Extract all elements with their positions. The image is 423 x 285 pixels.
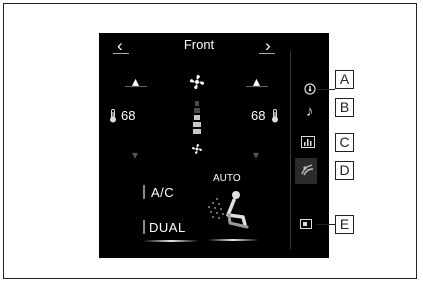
left-temp-down-icon[interactable]: ▾ bbox=[132, 149, 138, 161]
menu-divider bbox=[290, 51, 291, 249]
auto-glow bbox=[207, 239, 259, 241]
prev-underline bbox=[113, 53, 129, 54]
callout-e: E bbox=[335, 215, 354, 234]
fan-small-icon[interactable] bbox=[190, 142, 204, 156]
dual-button[interactable]: DUAL bbox=[143, 216, 199, 244]
auto-label: AUTO bbox=[213, 173, 241, 184]
callout-e-leader bbox=[316, 224, 335, 225]
fan-level-segment bbox=[195, 101, 199, 106]
dual-label: DUAL bbox=[149, 220, 186, 235]
left-temperature[interactable]: 68 bbox=[121, 108, 135, 123]
chevron-right-icon[interactable]: › bbox=[265, 37, 271, 54]
fan-level-segment bbox=[193, 122, 201, 127]
callout-a: A bbox=[335, 70, 354, 89]
chevron-left-icon[interactable]: ‹ bbox=[117, 37, 123, 54]
climate-icon[interactable] bbox=[299, 162, 315, 178]
display-icon[interactable] bbox=[300, 219, 312, 229]
callout-a-leader bbox=[317, 89, 335, 90]
ac-label: A/C bbox=[151, 185, 175, 200]
next-underline bbox=[259, 53, 275, 54]
zone-title: Front bbox=[183, 37, 215, 52]
left-temp-up-underline bbox=[125, 86, 147, 87]
callout-d: D bbox=[335, 161, 354, 180]
auto-seat-icon bbox=[208, 191, 249, 229]
fan-icon[interactable] bbox=[187, 72, 207, 92]
callout-b: B bbox=[335, 98, 354, 117]
ac-button[interactable]: A/C bbox=[143, 181, 191, 205]
climate-screen: ‹ Front › ▴ 68 ▾ ▴ 68 ▾ A/C DUAL AUTO ♪ bbox=[99, 33, 329, 258]
left-thermometer-icon bbox=[110, 109, 116, 123]
right-temp-down-icon[interactable]: ▾ bbox=[253, 149, 259, 161]
radio-icon[interactable] bbox=[304, 83, 316, 95]
callout-c: C bbox=[335, 133, 354, 152]
music-note-icon[interactable]: ♪ bbox=[306, 103, 314, 120]
auto-button[interactable]: AUTO bbox=[203, 173, 263, 245]
dual-glow bbox=[143, 240, 199, 242]
equalizer-icon[interactable] bbox=[301, 136, 315, 148]
dual-indicator bbox=[143, 220, 145, 234]
right-temperature[interactable]: 68 bbox=[251, 108, 265, 123]
fan-level-segment bbox=[194, 108, 200, 113]
fan-level-segment bbox=[193, 115, 201, 120]
right-temp-up-underline bbox=[246, 86, 268, 87]
ac-indicator bbox=[143, 185, 145, 199]
right-thermometer-icon bbox=[272, 109, 278, 123]
fan-level-segment bbox=[192, 129, 202, 134]
